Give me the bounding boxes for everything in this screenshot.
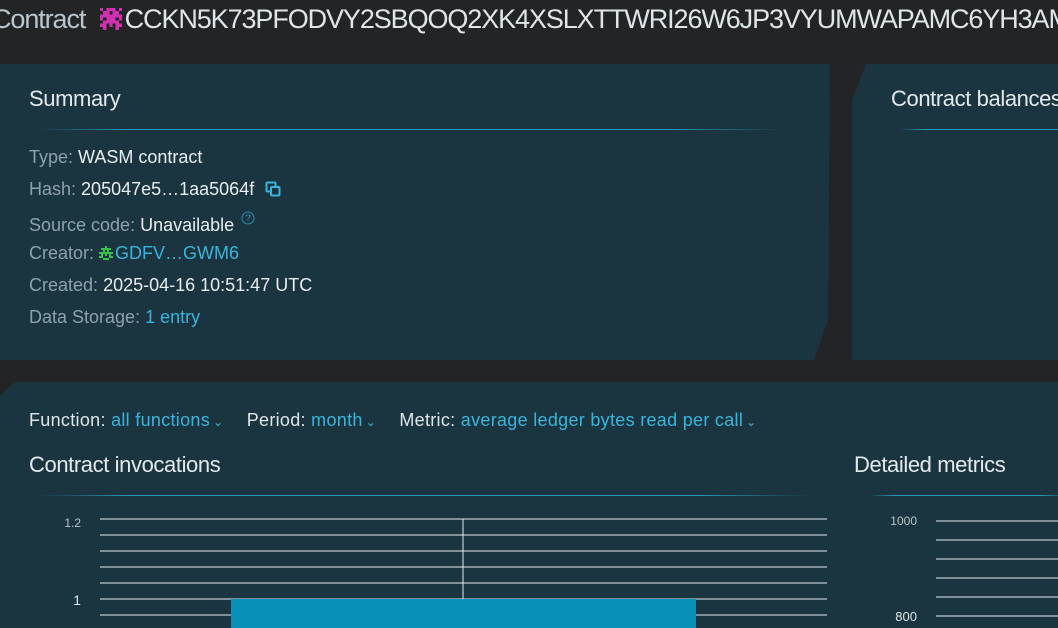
source-row: Source code: Unavailable ? — [29, 211, 255, 236]
metric-label: Metric: — [399, 410, 456, 430]
hash-label: Hash: — [29, 179, 77, 199]
storage-label: Data Storage: — [29, 307, 141, 327]
y-tick-label: 800 — [895, 609, 917, 624]
y-tick-label: 1.2 — [64, 516, 81, 530]
type-row: Type: WASM contract — [29, 147, 202, 168]
hash-row: Hash: 205047e5…1aa5064f — [29, 179, 281, 200]
detailed-metrics-divider — [870, 495, 1058, 496]
storage-row: Data Storage: 1 entry — [29, 307, 200, 328]
created-label: Created: — [29, 275, 99, 295]
detailed-metrics-title: Detailed metrics — [854, 452, 1006, 477]
copy-icon[interactable] — [265, 181, 281, 197]
summary-divider — [40, 129, 780, 130]
y-tick-label: 1000 — [890, 514, 917, 528]
creator-row: Creator: GDFV…GWM6 — [29, 243, 239, 264]
y-tick-label: 1 — [73, 592, 81, 608]
invocations-bar[interactable] — [231, 599, 696, 628]
filter-bar: Function: all functions ⌄ Period: month ⌄ … — [29, 410, 757, 431]
svg-text:?: ? — [245, 214, 251, 225]
account-identicon-icon — [99, 246, 114, 260]
chevron-down-icon[interactable]: ⌄ — [746, 415, 756, 429]
invocations-divider — [40, 495, 810, 496]
creator-value[interactable]: GDFV…GWM6 — [115, 243, 239, 263]
function-label: Function: — [29, 410, 106, 430]
function-dropdown[interactable]: all functions — [111, 410, 210, 430]
creator-label: Creator: — [29, 243, 95, 263]
chevron-down-icon[interactable]: ⌄ — [366, 415, 376, 429]
type-label: Type: — [29, 147, 74, 167]
summary-title: Summary — [29, 86, 121, 111]
contract-balances-title: Contract balances — [891, 86, 1058, 111]
contract-identicon-icon — [99, 8, 122, 30]
source-value: Unavailable — [140, 215, 235, 235]
created-row: Created: 2025-04-16 10:51:47 UTC — [29, 275, 312, 296]
contract-balances-divider — [900, 129, 1058, 130]
creator-link[interactable]: GDFV…GWM6 — [99, 243, 239, 263]
page-title-label: Contract — [0, 4, 86, 34]
chevron-down-icon[interactable]: ⌄ — [213, 415, 223, 429]
period-label: Period: — [246, 410, 306, 430]
contract-address: CCKN5K73PFODVY2SBQOQ2XK4XSLXTTWRI26W6JP3… — [124, 4, 1058, 34]
contract-invocations-title: Contract invocations — [29, 452, 221, 477]
type-value: WASM contract — [78, 147, 203, 167]
contract-invocations-chart: 1.2 1 — [64, 516, 827, 628]
period-dropdown[interactable]: month — [311, 410, 363, 430]
metric-dropdown[interactable]: average ledger bytes read per call — [461, 410, 743, 430]
storage-link[interactable]: 1 entry — [145, 307, 200, 327]
page-title: Contract CCKN5K73PFODVY2SBQOQ2XK4XSLXTTW… — [0, 2, 1058, 36]
created-value: 2025-04-16 10:51:47 UTC — [103, 275, 313, 295]
help-icon[interactable]: ? — [241, 211, 255, 225]
hash-value: 205047e5…1aa5064f — [81, 179, 255, 199]
source-label: Source code: — [29, 215, 136, 235]
detailed-metrics-chart: 1000 800 — [890, 514, 1058, 624]
